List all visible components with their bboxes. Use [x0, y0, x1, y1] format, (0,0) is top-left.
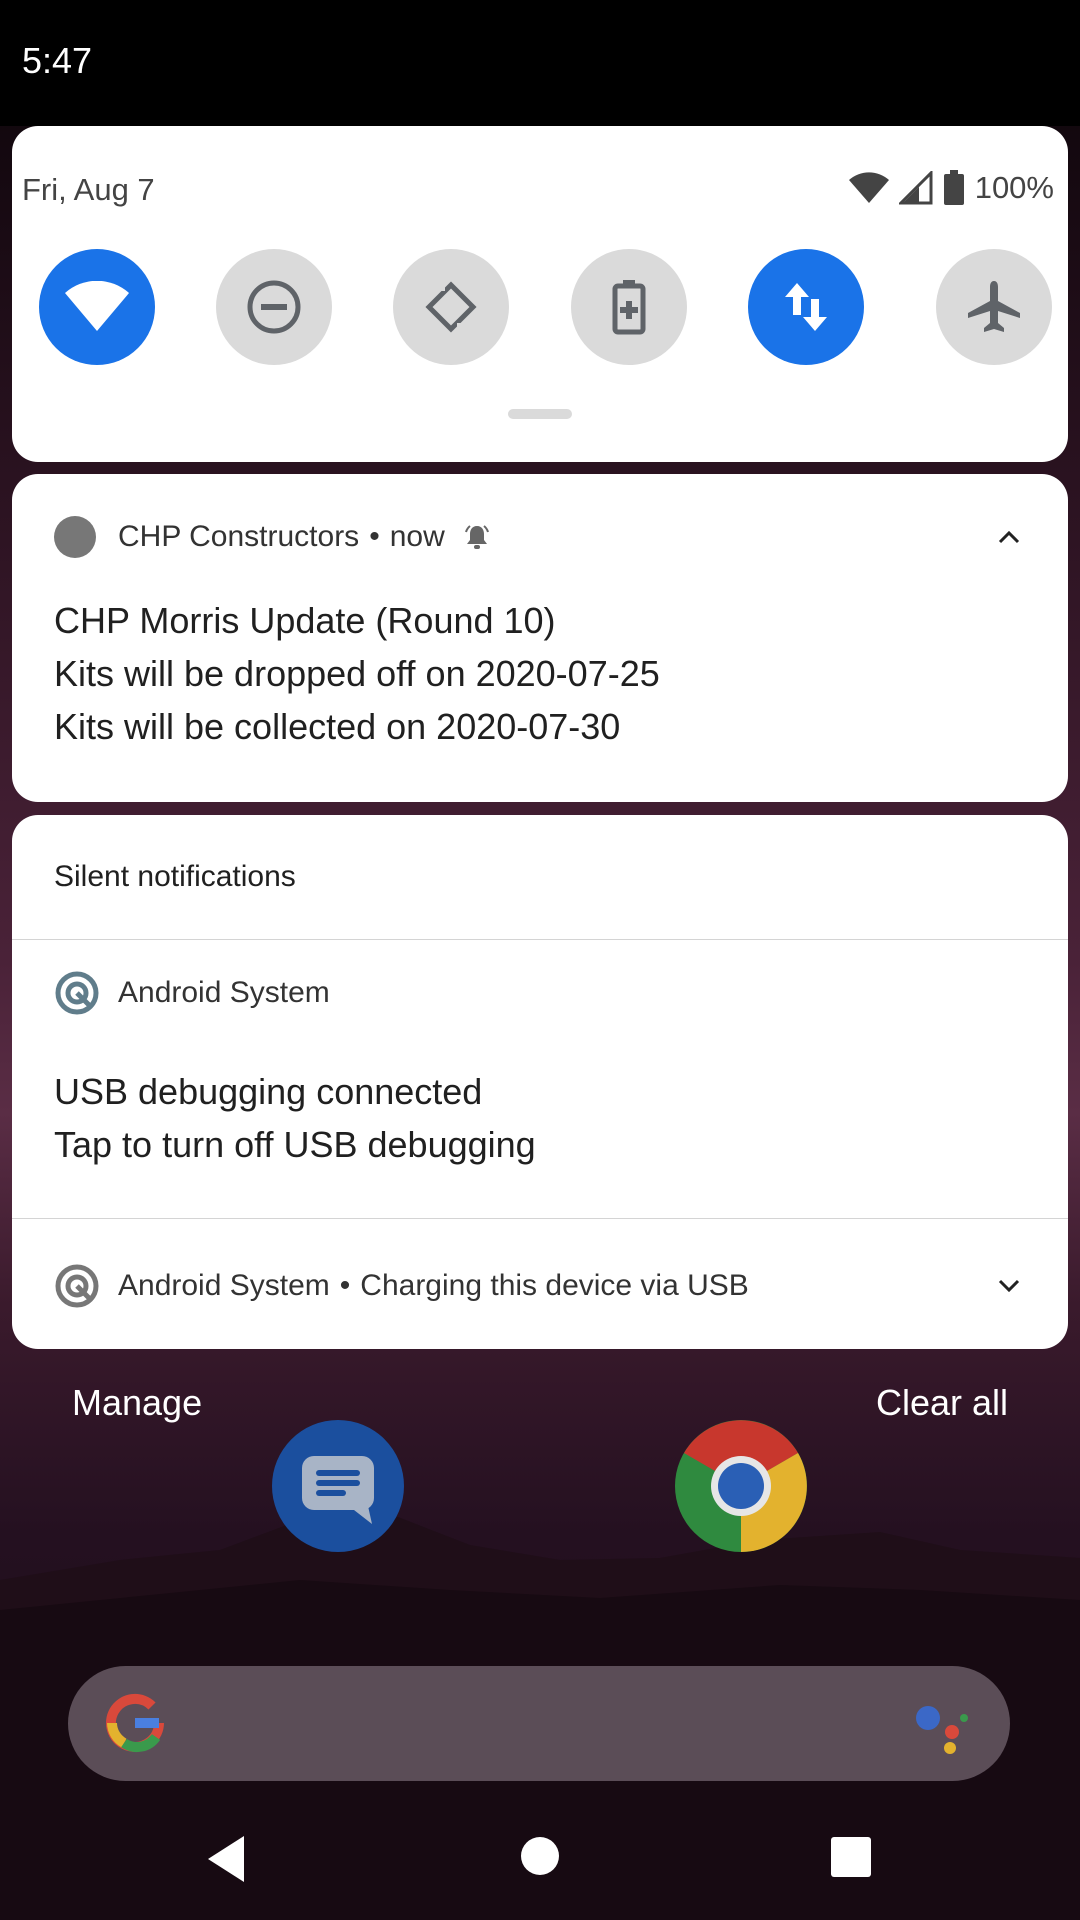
- airplane-mode-tile[interactable]: [936, 249, 1052, 365]
- qs-drag-handle[interactable]: [508, 409, 572, 419]
- silent-notifications-card: Silent notifications Android System USB …: [12, 815, 1068, 1349]
- battery-icon: [943, 170, 964, 205]
- silent-notifications-header: Silent notifications: [54, 860, 296, 893]
- chevron-down-icon: [998, 1279, 1020, 1293]
- battery-saver-tile[interactable]: [571, 249, 687, 365]
- notification-usb-charging[interactable]: Android System • Charging this device vi…: [12, 1219, 1068, 1349]
- google-search-bar[interactable]: [68, 1666, 1010, 1781]
- do-not-disturb-tile[interactable]: [216, 249, 332, 365]
- wifi-icon: [65, 281, 129, 331]
- alert-bell-icon: [464, 525, 489, 549]
- qs-tiles-row: [39, 249, 1052, 365]
- airplane-mode-icon: [968, 281, 1020, 332]
- notification-card-chp[interactable]: CHP Constructors • now CHP Morris Update…: [12, 474, 1068, 802]
- auto-rotate-icon: [425, 281, 477, 333]
- home-button[interactable]: [520, 1834, 560, 1878]
- android-system-icon: [55, 1264, 99, 1308]
- quick-settings-panel: Fri, Aug 7 100%: [12, 126, 1068, 462]
- wifi-signal-icon: [848, 172, 889, 203]
- notification-app-name: CHP Constructors: [118, 520, 360, 553]
- messages-app-icon[interactable]: [272, 1420, 404, 1552]
- google-g-icon: [106, 1693, 164, 1753]
- clear-all-button[interactable]: Clear all: [876, 1382, 1008, 1424]
- notification-header: Android System • Charging this device vi…: [54, 1263, 749, 1309]
- expand-button[interactable]: [986, 1263, 1032, 1309]
- notification-title: CHP Morris Update (Round 10): [54, 600, 556, 641]
- separator-dot: •: [369, 520, 380, 553]
- back-button[interactable]: [204, 1834, 248, 1884]
- chrome-app-icon[interactable]: [675, 1420, 807, 1552]
- notification-body: USB debugging connected Tap to turn off …: [54, 1065, 536, 1171]
- app-icon: [54, 516, 96, 558]
- notification-body: CHP Morris Update (Round 10) Kits will b…: [54, 594, 660, 753]
- notification-line: Kits will be collected on 2020-07-30: [54, 706, 621, 747]
- separator-dot: •: [339, 1269, 351, 1302]
- notification-header: CHP Constructors • now: [54, 514, 491, 560]
- notification-summary: Charging this device via USB: [360, 1269, 749, 1302]
- qs-date[interactable]: Fri, Aug 7: [22, 172, 155, 208]
- notification-time: now: [389, 520, 445, 553]
- manage-button[interactable]: Manage: [72, 1382, 202, 1424]
- status-bar: 5:47: [0, 0, 1080, 126]
- do-not-disturb-icon: [247, 280, 301, 334]
- notification-app-name: Android System: [118, 976, 330, 1009]
- wifi-tile[interactable]: [39, 249, 155, 365]
- android-system-icon: [55, 971, 99, 1015]
- collapse-button[interactable]: [986, 514, 1032, 560]
- battery-percent: 100%: [974, 170, 1054, 205]
- auto-rotate-tile[interactable]: [393, 249, 509, 365]
- mobile-data-icon: [785, 283, 827, 331]
- notification-title: USB debugging connected: [54, 1071, 483, 1112]
- recents-button[interactable]: [830, 1836, 872, 1878]
- notification-header: Android System: [54, 970, 330, 1016]
- notification-line: Kits will be dropped off on 2020-07-25: [54, 653, 660, 694]
- notification-text: Tap to turn off USB debugging: [54, 1124, 536, 1165]
- status-clock: 5:47: [22, 40, 93, 81]
- chevron-up-icon: [998, 530, 1020, 544]
- battery-saver-icon: [612, 280, 646, 335]
- notification-app-name: Android System: [118, 1269, 330, 1302]
- assistant-icon[interactable]: [912, 1696, 972, 1756]
- qs-status-icons: 100%: [848, 166, 1054, 210]
- mobile-data-tile[interactable]: [748, 249, 864, 365]
- cell-signal-icon: [898, 171, 933, 205]
